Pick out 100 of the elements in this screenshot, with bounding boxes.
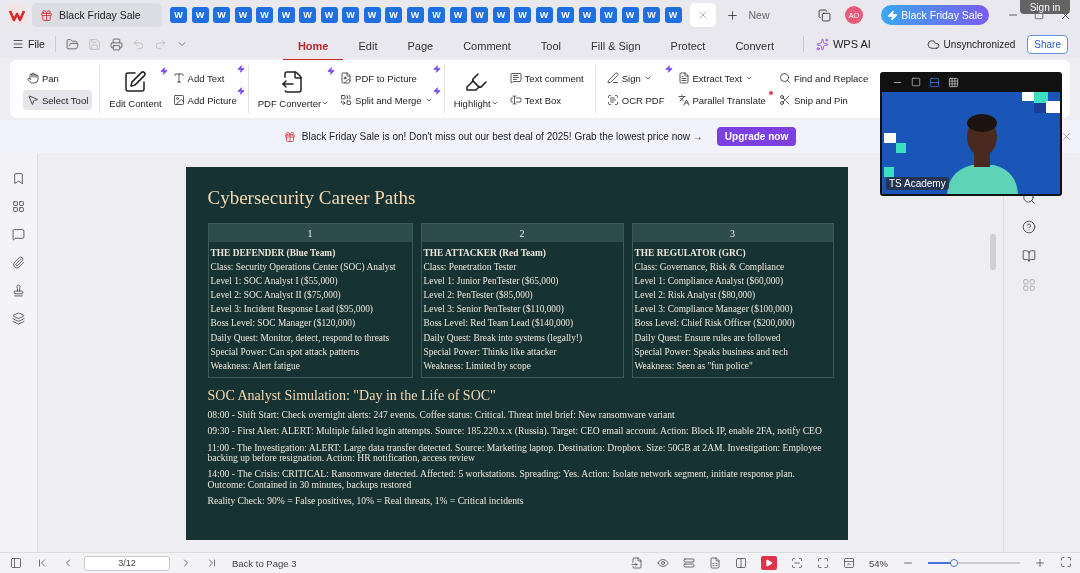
file-menu[interactable]: File [12,38,45,50]
save-icon [87,37,101,51]
ribbon-button[interactable]: Sign [602,68,669,88]
scrollbar-thumb[interactable] [990,234,996,270]
document-tab[interactable]: W [213,7,230,23]
ribbon-button[interactable]: Extract Text [673,68,770,88]
table-line: Weakness: Limited by scope [423,359,532,373]
ribbon-button[interactable]: Text Box [505,90,588,110]
ai-button[interactable]: WPS AI [815,37,871,51]
document-tab[interactable]: W [600,7,617,23]
document-tab[interactable]: W [428,7,445,23]
gift-icon [283,130,296,143]
table-line: Class: Security Operations Center (SOC) Analyst [210,261,397,275]
ribbon-button[interactable]: Snip and Pin [774,90,873,110]
menu-tab[interactable]: Convert [720,33,789,61]
menu-tab[interactable]: Protect [655,33,721,61]
new-tab-button[interactable]: New [725,8,770,22]
square-icon [911,77,921,87]
sync-status[interactable]: Unsynchronized [926,37,1016,51]
document-tab[interactable]: W [170,7,187,23]
table-line: Level 2: SOC Analyst II ($75,000) [210,289,342,303]
section-title: SOC Analyst Simulation: "Day in the Life of SOC" [207,387,497,404]
document-tab[interactable]: W [535,7,553,23]
pointer-icon [27,94,39,106]
table-line: Level 3: Senior PenTester ($110,000) [423,303,565,317]
paragraph: 14:00 - The Crisis: CRITICAL: Ransomware detected. Affected: 5 workstations. Spreading: Yes. Action: Isolate network segment, initiate response plan. Outcome: Contained in 30 minutes, backups restored [207,469,796,491]
ribbon-button[interactable]: Text comment [505,68,588,88]
ribbon-button[interactable]: Find and Replace [774,68,873,88]
document-tab[interactable]: W [643,7,660,23]
folder-icon [65,37,79,51]
document-tab[interactable]: W [578,7,596,23]
ribbon-button[interactable]: Edit Content [107,69,164,109]
file-image-icon [340,72,353,84]
document-tab[interactable]: W [363,7,381,23]
document-tab[interactable]: W [492,7,510,23]
ribbon-button[interactable]: Select Tool [23,90,93,110]
ribbon-button[interactable]: OCR PDF [602,90,669,110]
document-tab[interactable]: W [320,7,338,23]
ribbon-button[interactable]: Add Picture [168,90,241,110]
document-tab[interactable]: W [664,7,682,23]
menu-tab[interactable]: Tool [525,33,577,61]
document-icon [677,72,690,84]
back-link[interactable]: Back to Page 3 [232,557,297,569]
table-line: Daily Quest: Ensure rules are followed [634,331,782,345]
undo-icon [131,37,145,51]
promo-button[interactable]: Black Friday Sale [881,5,989,25]
lightning-icon [887,9,899,21]
hand-icon [27,72,39,84]
table-line: Class: Governance, Risk & Compliance [634,261,786,275]
zoom-level[interactable]: 54% [869,557,888,569]
stamp-icon [12,284,25,297]
slider-thumb[interactable] [949,559,958,567]
document-tab[interactable]: W [471,7,488,23]
upgrade-button[interactable]: Upgrade now [716,127,797,146]
redo-icon [153,37,167,51]
ribbon-button[interactable]: Highlight [451,69,501,109]
share-button[interactable]: Share [1027,34,1068,54]
document-tab[interactable]: W [342,7,359,23]
document-tab[interactable]: W [299,7,316,23]
play-button[interactable] [761,556,777,570]
menu-tab[interactable]: Page [392,33,449,61]
table-line: Level 2: PenTester ($85,000) [423,289,534,303]
menu-tab[interactable]: Fill & Sign [576,33,656,61]
menu-tab[interactable]: Comment [448,33,526,61]
document-tab[interactable]: W [277,7,295,23]
ribbon-button[interactable]: PDF to Picture [336,68,437,88]
document-tab[interactable]: W [621,7,639,23]
document-tab[interactable]: W [256,7,273,23]
ribbon-button[interactable]: Split and Merge [336,90,437,110]
table-line: THE REGULATOR (GRC) [634,247,747,260]
column-header: 3 [632,224,833,242]
document-tab[interactable]: W [514,7,531,23]
sidebar-toggle-icon [10,557,22,569]
book-icon [1021,249,1036,263]
table-line: Special Power: Can spot attack patterns [210,345,361,359]
table-line: Level 3: Incident Response Lead ($95,000) [210,303,374,317]
logo-icon[interactable] [6,4,28,26]
document-tab[interactable]: W [191,7,209,23]
eye-icon [657,557,669,569]
ribbon-button[interactable]: Add Text [168,68,241,88]
table-line: Boss Level: Chief Risk Officer ($200,000) [634,317,796,331]
video-window[interactable]: TS Academy [880,72,1062,196]
paragraph: 09:30 - First Alert: ALERT: Multiple failed login attempts. Source: 185.220.x.x (Russia). Target: CEO email account. Action: Block IP, enable 2FA, notify CEO [207,426,823,437]
document-tab[interactable]: W [385,7,402,23]
document-tab[interactable]: W [557,7,574,23]
document-tab[interactable]: W [406,7,424,23]
browser-tab[interactable]: Black Friday Sale [32,3,162,27]
zoom-in-icon [1034,557,1046,569]
document-tab[interactable]: W [234,7,252,23]
menu-tab[interactable]: Edit [343,33,393,61]
page-number-field[interactable]: 3/12 [84,555,170,571]
ribbon-button[interactable]: Pan [23,68,93,88]
ribbon-button[interactable]: PDF Converter [255,69,332,109]
column-header: 1 [208,224,412,242]
text-box-icon [509,94,522,106]
table-line: Boss Level: Red Team Lead ($140,000) [423,317,575,331]
ribbon-button[interactable]: Parallel Translate [673,90,770,110]
document-tab[interactable]: W [449,7,467,23]
first-page-icon [36,557,48,569]
table-line: Daily Quest: Break into systems (legally!) [423,331,584,345]
